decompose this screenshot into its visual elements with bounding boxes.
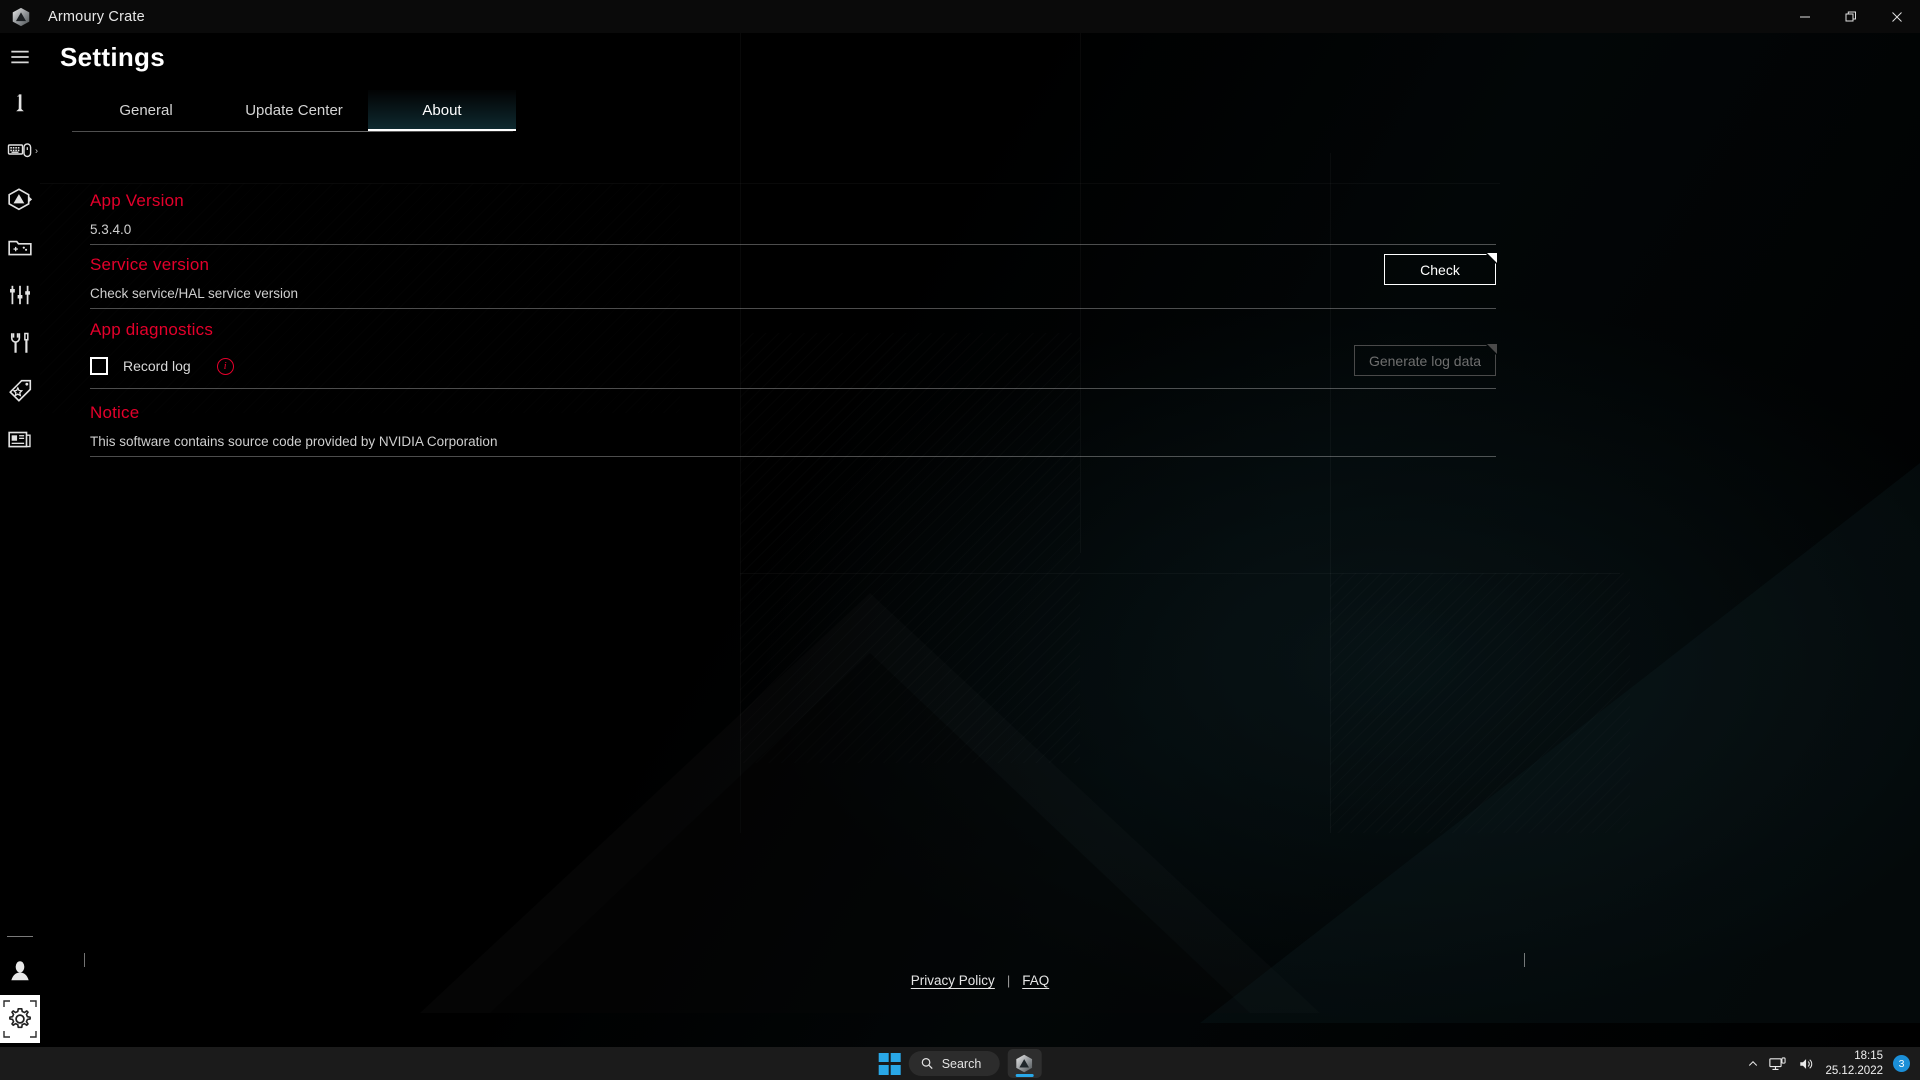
taskbar-armoury-crate-icon[interactable] — [1007, 1049, 1042, 1078]
taskbar-search-label: Search — [941, 1056, 982, 1071]
armoury-crate-hexagon-logo-icon — [8, 4, 34, 30]
chevron-up-icon[interactable] — [1747, 1058, 1759, 1070]
service-version-row: Check service/HAL service version Check — [90, 253, 1497, 309]
sidebar-item-user-account[interactable] — [0, 947, 40, 995]
network-display-icon[interactable] — [1769, 1056, 1788, 1072]
left-tick-mark — [84, 953, 85, 967]
record-log-row: Record log i — [90, 357, 1496, 375]
record-log-label: Record log — [123, 358, 191, 374]
generate-log-data-label: Generate log data — [1368, 352, 1482, 369]
right-tick-mark — [1524, 953, 1525, 967]
taskbar-center-group: Search — [878, 1049, 1042, 1078]
tray-clock[interactable]: 18:15 25.12.2022 — [1825, 1049, 1883, 1078]
footer-separator: | — [1006, 973, 1011, 988]
faq-link[interactable]: FAQ — [1022, 973, 1049, 988]
windows-start-icon[interactable] — [878, 1052, 901, 1075]
sidebar-item-news[interactable] — [0, 415, 40, 463]
service-version-heading: Service version — [90, 255, 210, 274]
minimize-button[interactable] — [1782, 0, 1828, 33]
tab-general-label: General — [119, 102, 173, 119]
notice-row: This software contains source code provi… — [90, 434, 1496, 457]
tab-update-center[interactable]: Update Center — [220, 90, 368, 131]
section-service-version: Service version Check service/HAL servic… — [90, 253, 1497, 309]
search-icon — [921, 1058, 933, 1069]
sidebar: › — [0, 33, 40, 1047]
settings-tabs: General Update Center About — [72, 90, 516, 131]
title-bar: Armoury Crate — [0, 0, 1920, 33]
notice-heading: Notice — [90, 403, 140, 422]
section-notice: Notice This software contains source cod… — [90, 403, 1496, 457]
footer-links: Privacy Policy | FAQ — [40, 973, 1920, 988]
check-button-corner-accent — [1487, 253, 1497, 263]
section-app-diagnostics: App diagnostics Record log i Generate lo… — [90, 320, 1497, 389]
notice-text: This software contains source code provi… — [90, 434, 498, 449]
tray-date: 25.12.2022 — [1825, 1064, 1883, 1077]
sidebar-item-scenario-profiles[interactable] — [0, 271, 40, 319]
tab-about[interactable]: About — [368, 90, 516, 131]
chevron-right-icon: › — [35, 145, 38, 156]
info-circle-icon[interactable]: i — [216, 357, 234, 375]
app-version-heading: App Version — [90, 191, 184, 210]
check-button[interactable]: Check — [1384, 254, 1496, 285]
privacy-policy-link[interactable]: Privacy Policy — [911, 973, 995, 988]
armoury-crate-window: Armoury Crate › Settings General Update … — [0, 0, 1920, 1080]
close-button[interactable] — [1874, 0, 1920, 33]
tab-update-center-label: Update Center — [245, 102, 343, 119]
main-content: Settings General Update Center About App… — [40, 33, 1920, 1047]
taskbar-search-button[interactable]: Search — [908, 1051, 1000, 1076]
windows-taskbar: Search 18:15 25.12.2022 3 — [0, 1047, 1920, 1080]
notification-badge[interactable]: 3 — [1893, 1055, 1910, 1072]
sidebar-bottom-group — [0, 936, 40, 1043]
sidebar-item-peripherals[interactable]: › — [0, 127, 40, 175]
sidebar-item-featured[interactable] — [0, 367, 40, 415]
volume-icon[interactable] — [1798, 1056, 1815, 1072]
record-log-checkbox[interactable] — [90, 357, 108, 375]
sidebar-item-tools[interactable] — [0, 319, 40, 367]
app-diagnostics-heading: App diagnostics — [90, 320, 214, 339]
sidebar-divider — [7, 936, 33, 937]
app-diagnostics-row: Record log i Generate log data — [90, 344, 1497, 389]
tab-general[interactable]: General — [72, 90, 220, 131]
page-title: Settings — [60, 42, 165, 72]
tray-time: 18:15 — [1854, 1050, 1883, 1063]
background-decoration — [40, 33, 1920, 1047]
service-version-value: Check service/HAL service version — [90, 286, 299, 301]
sidebar-item-device[interactable] — [0, 79, 40, 127]
hamburger-menu-icon[interactable] — [0, 35, 40, 79]
sidebar-item-settings[interactable] — [0, 995, 40, 1043]
generate-log-data-button[interactable]: Generate log data — [1354, 345, 1496, 376]
sidebar-item-aura-sync[interactable] — [0, 175, 40, 223]
app-version-value: 5.3.4.0 — [90, 222, 132, 237]
generate-log-corner-accent — [1487, 344, 1497, 354]
sidebar-item-game-library[interactable] — [0, 223, 40, 271]
restore-button[interactable] — [1828, 0, 1874, 33]
tab-about-label: About — [422, 102, 462, 119]
app-version-row: 5.3.4.0 — [90, 222, 1496, 245]
system-tray: 18:15 25.12.2022 3 — [1747, 1047, 1920, 1080]
tabs-underline — [72, 131, 513, 132]
section-app-version: App Version 5.3.4.0 — [90, 191, 1496, 245]
check-button-label: Check — [1420, 261, 1460, 278]
app-title: Armoury Crate — [48, 8, 145, 25]
